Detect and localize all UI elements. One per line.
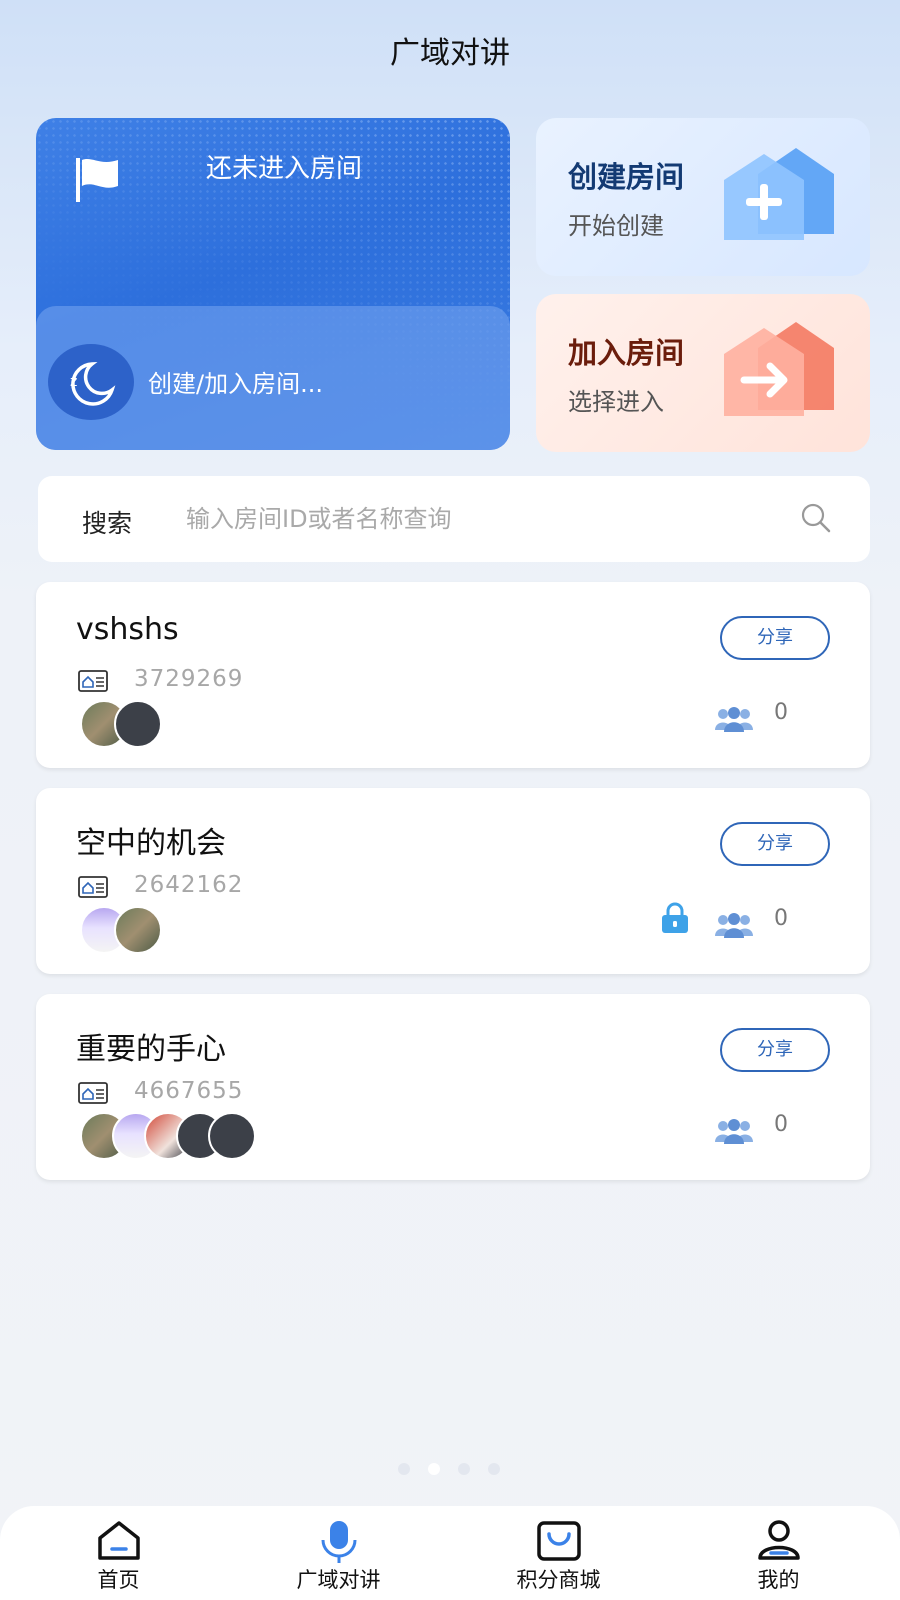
- page-dot[interactable]: [458, 1463, 470, 1475]
- room-id: 4667655: [134, 1078, 244, 1104]
- room-id-icon: [78, 876, 108, 898]
- room-id: 2642162: [134, 872, 244, 898]
- share-button[interactable]: 分享: [720, 616, 830, 660]
- join-room-button[interactable]: 加入房间 选择进入: [536, 294, 870, 452]
- create-room-button[interactable]: 创建房间 开始创建: [536, 118, 870, 276]
- svg-text:z: z: [70, 374, 77, 390]
- tab-mine[interactable]: 我的: [666, 1506, 891, 1600]
- room-name: vshshs: [76, 612, 179, 647]
- room-name: 重要的手心: [76, 1032, 226, 1067]
- create-room-title: 创建房间: [568, 160, 685, 194]
- shopping-bag-icon: [537, 1521, 581, 1561]
- room-status-title: 还未进入房间: [206, 154, 363, 184]
- tab-points-mall-label: 积分商城: [516, 1568, 601, 1592]
- group-icon: [715, 913, 753, 938]
- search-bar: 搜索: [38, 476, 870, 562]
- room-name: 空中的机会: [76, 826, 226, 861]
- share-button[interactable]: 分享: [720, 822, 830, 866]
- room-card[interactable]: 重要的手心 分享 4667655 0: [36, 994, 870, 1180]
- share-button[interactable]: 分享: [720, 1028, 830, 1072]
- member-count: 0: [774, 1112, 788, 1137]
- page-dot[interactable]: [398, 1463, 410, 1475]
- search-icon[interactable]: [798, 500, 834, 536]
- tab-wide-intercom[interactable]: 广域对讲: [226, 1506, 451, 1600]
- room-id-icon: [78, 1082, 108, 1104]
- search-input[interactable]: [184, 496, 748, 542]
- avatar: [114, 700, 162, 748]
- room-status-card[interactable]: 还未进入房间 z 创建/加入房间...: [36, 118, 510, 450]
- microphone-icon: [321, 1521, 357, 1563]
- page-title: 广域对讲: [390, 36, 510, 71]
- room-id-icon: [78, 670, 108, 692]
- tab-points-mall[interactable]: 积分商城: [446, 1506, 671, 1600]
- avatar: [114, 906, 162, 954]
- moon-icon: z: [48, 344, 134, 420]
- member-count: 0: [774, 906, 788, 931]
- page-indicator: [398, 1460, 518, 1479]
- page-dot-active[interactable]: [428, 1463, 440, 1475]
- home-icon: [98, 1521, 140, 1560]
- search-label: 搜索: [82, 509, 133, 538]
- room-id: 3729269: [134, 666, 244, 692]
- room-status-hint: 创建/加入房间...: [148, 370, 323, 398]
- tab-wide-intercom-label: 广域对讲: [296, 1568, 381, 1592]
- bottom-tab-bar: 首页 广域对讲 积分商城 我的: [0, 1506, 900, 1600]
- user-icon: [758, 1520, 800, 1560]
- house-arrow-icon: [724, 322, 834, 416]
- avatar: [208, 1112, 256, 1160]
- house-plus-icon: [724, 148, 834, 240]
- tab-home[interactable]: 首页: [6, 1506, 231, 1600]
- tab-home-label: 首页: [97, 1568, 140, 1592]
- room-card[interactable]: vshshs 分享 3729269 0: [36, 582, 870, 768]
- lock-icon: [662, 902, 688, 933]
- flag-icon: [76, 158, 118, 202]
- join-room-subtitle: 选择进入: [568, 388, 664, 416]
- group-icon: [715, 1119, 753, 1144]
- join-room-title: 加入房间: [568, 336, 685, 370]
- tab-mine-label: 我的: [757, 1568, 800, 1592]
- page-dot[interactable]: [488, 1463, 500, 1475]
- room-card[interactable]: 空中的机会 分享 2642162 0: [36, 788, 870, 974]
- member-count: 0: [774, 700, 788, 725]
- create-room-subtitle: 开始创建: [568, 212, 664, 240]
- group-icon: [715, 707, 753, 732]
